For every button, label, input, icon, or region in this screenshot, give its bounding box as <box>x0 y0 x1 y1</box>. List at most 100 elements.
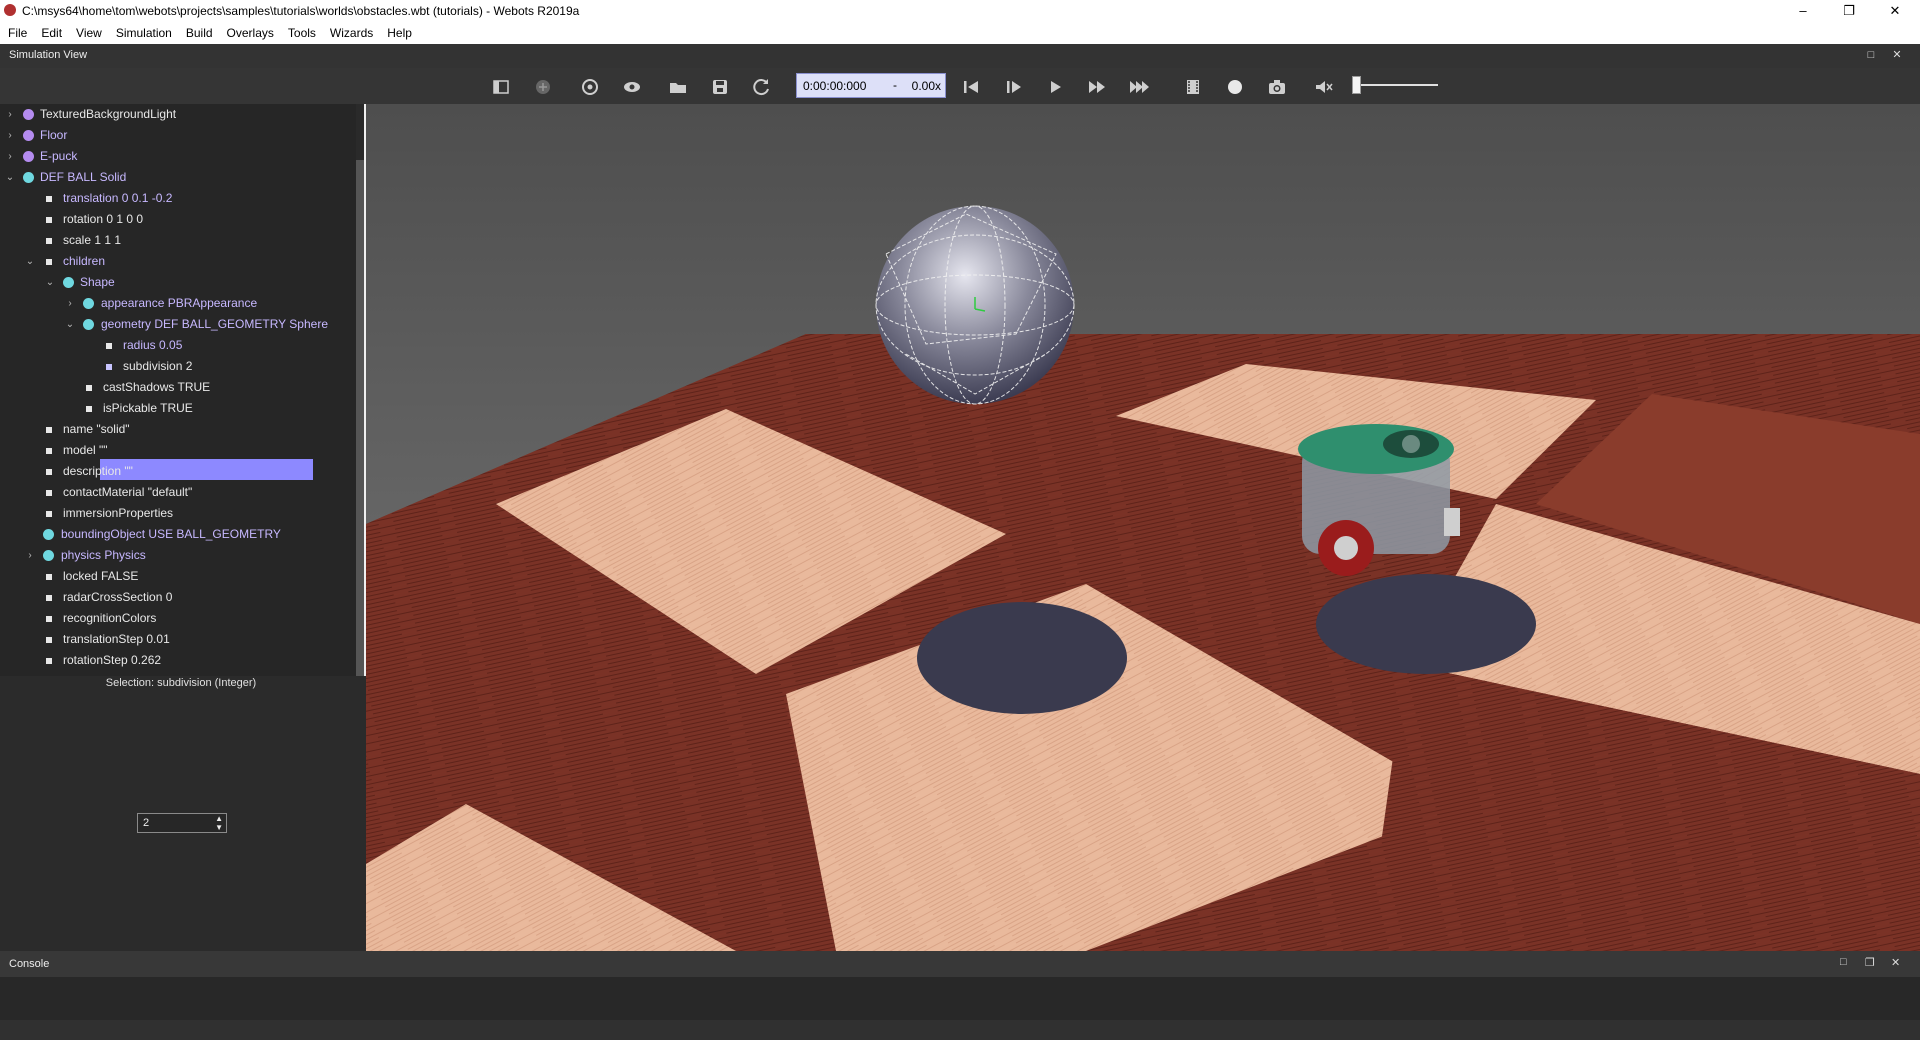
simulation-view-label: Simulation View <box>9 49 88 61</box>
menu-wizards[interactable]: Wizards <box>323 22 380 44</box>
field-icon <box>46 217 52 223</box>
field-icon <box>46 637 52 643</box>
base-node-icon <box>43 529 54 540</box>
close-panel-icon[interactable]: ✕ <box>1891 956 1900 969</box>
reset-simulation-icon[interactable] <box>752 77 772 97</box>
menu-file[interactable]: File <box>0 22 34 44</box>
menu-edit[interactable]: Edit <box>34 22 69 44</box>
step-back-icon[interactable] <box>961 77 981 97</box>
selection-label: Selection: subdivision (Integer) <box>105 677 257 689</box>
tree-node-label: boundingObject USE BALL_GEOMETRY <box>61 527 281 541</box>
simulation-time-display: 0:00:00:000 - 0.00x <box>796 73 946 98</box>
tree-field-label: recognitionColors <box>63 611 157 625</box>
webots-logo-icon <box>4 4 16 16</box>
ball-shadow <box>917 602 1127 714</box>
console-header: Console □ ❐ ✕ <box>0 951 1920 977</box>
base-node-icon <box>83 298 94 309</box>
scene-tree: › TexturedBackgroundLight › Floor › E-pu… <box>0 104 356 676</box>
record-animation-icon[interactable] <box>1225 77 1245 97</box>
minimize-button[interactable]: – <box>1780 0 1826 22</box>
base-node-icon <box>63 277 74 288</box>
field-icon <box>46 469 52 475</box>
record-movie-icon[interactable] <box>1183 77 1203 97</box>
tree-node-label: appearance PBRAppearance <box>101 296 258 310</box>
maximize-button[interactable]: ❐ <box>1826 0 1872 22</box>
robot-shadow <box>1316 574 1536 674</box>
expand-arrow-icon[interactable]: › <box>65 293 75 314</box>
console-panel: Console □ ❐ ✕ <box>0 951 1920 1040</box>
expand-arrow-icon[interactable]: › <box>5 104 15 125</box>
restore-panel-icon[interactable]: □ <box>1840 956 1847 968</box>
collapse-arrow-icon[interactable]: ⌄ <box>5 167 15 188</box>
field-icon <box>106 364 112 370</box>
scene-tree-scrollbar[interactable] <box>356 104 364 676</box>
menu-help[interactable]: Help <box>380 22 419 44</box>
time-separator: - <box>893 78 897 92</box>
menu-build[interactable]: Build <box>179 22 220 44</box>
simulation-time: 0:00:00:000 <box>803 79 867 93</box>
spinbox-arrows[interactable]: ▲ ▼ <box>215 814 223 832</box>
close-panel-icon[interactable]: ✕ <box>1890 48 1904 62</box>
menu-simulation[interactable]: Simulation <box>109 22 179 44</box>
base-node-icon <box>43 550 54 561</box>
spinbox-value[interactable]: 2 <box>143 817 149 829</box>
field-icon <box>46 595 52 601</box>
proto-node-icon <box>23 151 34 162</box>
float-panel-icon[interactable]: □ <box>1864 48 1878 62</box>
save-world-icon[interactable] <box>710 77 730 97</box>
base-node-icon <box>83 319 94 330</box>
collapse-arrow-icon[interactable]: ⌄ <box>45 272 55 293</box>
console-output[interactable] <box>0 977 1920 1020</box>
fast-icon[interactable] <box>1087 77 1107 97</box>
menu-overlays[interactable]: Overlays <box>220 22 281 44</box>
play-icon[interactable] <box>1045 77 1065 97</box>
spin-down-icon[interactable]: ▼ <box>215 823 223 832</box>
expand-arrow-icon[interactable]: › <box>5 125 15 146</box>
field-icon <box>46 616 52 622</box>
tree-field-label: contactMaterial "default" <box>63 485 193 499</box>
field-editor: Selection: subdivision (Integer) 2 ▲ ▼ <box>0 676 366 951</box>
window-title: C:\msys64\home\tom\webots\projects\sampl… <box>22 4 580 18</box>
expand-arrow-icon[interactable]: › <box>5 146 15 167</box>
fastest-icon[interactable] <box>1129 77 1149 97</box>
field-icon <box>46 196 52 202</box>
float-panel-icon[interactable]: ❐ <box>1865 956 1875 969</box>
tree-field-label: radarCrossSection 0 <box>63 590 173 604</box>
mute-icon[interactable] <box>1313 77 1333 97</box>
reload-icon[interactable] <box>580 77 600 97</box>
e-puck-robot[interactable] <box>1298 424 1460 576</box>
collapse-arrow-icon[interactable]: ⌄ <box>65 314 75 335</box>
tree-field-label: children <box>63 254 106 268</box>
step-icon[interactable] <box>1003 77 1023 97</box>
open-world-icon[interactable] <box>668 77 688 97</box>
tree-field-label: name "solid" <box>63 422 130 436</box>
add-node-icon[interactable] <box>533 77 553 97</box>
tree-field-label: subdivision 2 <box>123 359 193 373</box>
tree-field-label: locked FALSE <box>63 569 139 583</box>
view-icon[interactable] <box>622 77 642 97</box>
close-button[interactable]: ✕ <box>1872 0 1918 22</box>
console-footer <box>0 1020 1920 1040</box>
menu-tools[interactable]: Tools <box>281 22 323 44</box>
collapse-arrow-icon[interactable]: ⌄ <box>25 251 35 272</box>
screenshot-icon[interactable] <box>1267 77 1287 97</box>
menu-view[interactable]: View <box>69 22 109 44</box>
tree-field-label: scale 1 1 1 <box>63 233 122 247</box>
hide-scene-tree-icon[interactable] <box>491 77 511 97</box>
subdivision-spinbox[interactable]: 2 ▲ ▼ <box>137 813 227 833</box>
expand-arrow-icon[interactable]: › <box>25 545 35 566</box>
tree-node-label: geometry DEF BALL_GEOMETRY Sphere <box>101 317 328 331</box>
tree-field-label: description "" <box>63 464 133 478</box>
scrollbar-thumb[interactable] <box>356 160 364 676</box>
volume-slider-handle[interactable] <box>1352 76 1361 94</box>
tree-field-label: rotationStep 0.262 <box>63 653 162 667</box>
field-icon <box>46 490 52 496</box>
tree-node-label: TexturedBackgroundLight <box>40 107 177 121</box>
ball-sphere[interactable] <box>875 205 1075 405</box>
spin-up-icon[interactable]: ▲ <box>215 814 223 823</box>
volume-slider-track[interactable] <box>1352 84 1438 86</box>
field-icon <box>106 343 112 349</box>
tree-field-label: radius 0.05 <box>123 338 183 352</box>
tree-field-label: rotation 0 1 0 0 <box>63 212 144 226</box>
3d-viewport[interactable] <box>366 104 1920 951</box>
